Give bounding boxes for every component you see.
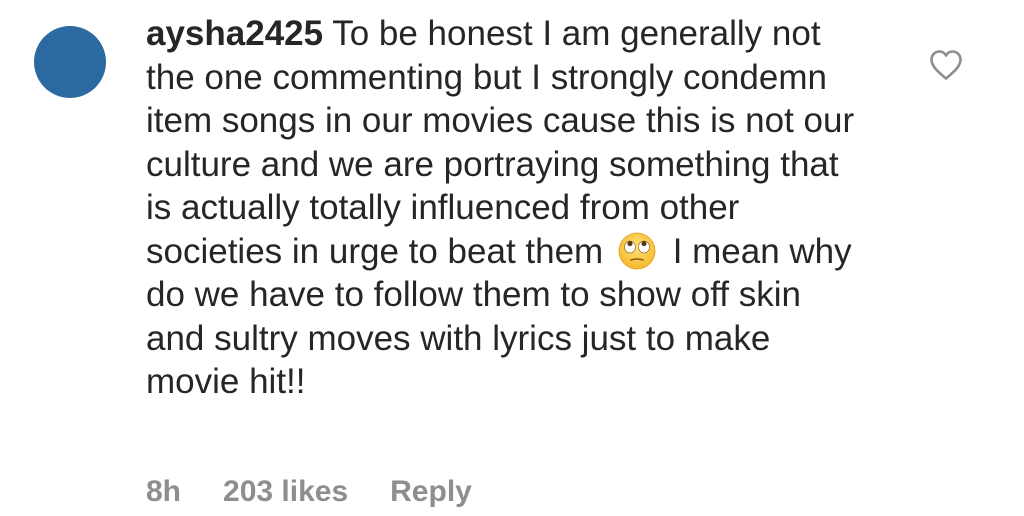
comment-meta: 8h 203 likes Reply (146, 472, 514, 512)
comment-body: aysha2425 To be honest I am generally no… (146, 12, 866, 404)
comment-username[interactable]: aysha2425 (146, 14, 323, 53)
heart-outline-path (930, 50, 962, 80)
reply-button[interactable]: Reply (390, 472, 472, 512)
comment-time: 8h (146, 475, 182, 508)
heart-outline-icon[interactable] (928, 48, 964, 82)
rolling-eyes-emoji-icon (618, 232, 656, 269)
comment-likes[interactable]: 203 likes (223, 472, 348, 512)
comment: aysha2425 To be honest I am generally no… (0, 0, 1024, 516)
avatar[interactable] (34, 26, 106, 98)
